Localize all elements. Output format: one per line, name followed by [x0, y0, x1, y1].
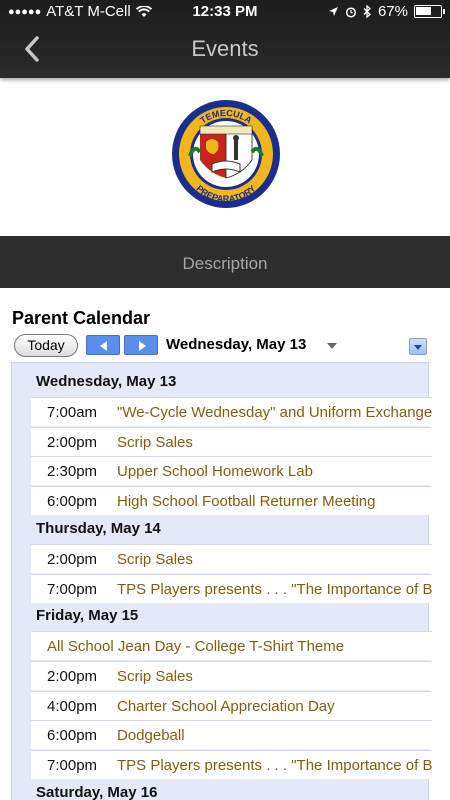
event-time: 7:00am: [47, 404, 98, 421]
event-time: 2:00pm: [47, 667, 98, 685]
arrow-right-icon: [139, 341, 146, 351]
date-dropdown-caret-icon[interactable]: [327, 343, 337, 349]
alarm-icon: [345, 6, 357, 18]
event-title[interactable]: Scrip Sales: [117, 551, 193, 568]
status-bar: ●●●●● AT&T M-Cell 12:33 PM 67%: [0, 0, 450, 24]
event-row[interactable]: 6:00pm Dodgeball: [31, 720, 432, 750]
event-row[interactable]: All School Jean Day - College T-Shirt Th…: [31, 631, 432, 661]
event-title[interactable]: Upper School Homework Lab: [117, 463, 313, 480]
event-title[interactable]: TPS Players presents . . . "The Importan…: [117, 581, 432, 598]
arrow-left-icon: [100, 341, 107, 351]
event-title[interactable]: Scrip Sales: [117, 434, 193, 451]
event-row[interactable]: 2:30pm Upper School Homework Lab: [31, 456, 432, 486]
page-title: Events: [191, 36, 259, 61]
day-header: Friday, May 15: [36, 607, 139, 625]
event-time: 7:00pm: [47, 580, 98, 598]
event-time: 6:00pm: [47, 727, 98, 745]
event-row[interactable]: 7:00am "We-Cycle Wednesday" and Uniform E…: [31, 397, 432, 426]
event-row[interactable]: 2:00pm Scrip Sales: [31, 660, 432, 690]
event-title[interactable]: Scrip Sales: [117, 668, 193, 685]
event-title[interactable]: Dodgeball: [117, 727, 185, 744]
battery-percent: 67%: [377, 3, 408, 20]
description-label: Description: [182, 254, 268, 273]
event-title[interactable]: All School Jean Day - College T-Shirt Th…: [47, 638, 344, 655]
today-button[interactable]: Today: [14, 334, 78, 357]
location-arrow-icon: [328, 7, 338, 16]
event-time: 4:00pm: [47, 697, 98, 715]
description-bar[interactable]: Description: [0, 236, 450, 288]
event-title[interactable]: "We-Cycle Wednesday" and Uniform Exchang…: [117, 404, 432, 421]
event-time: 2:00pm: [47, 550, 98, 568]
next-week-button[interactable]: [124, 335, 158, 355]
previous-week-button[interactable]: [86, 335, 120, 355]
event-title[interactable]: High School Football Returner Meeting: [117, 493, 375, 510]
event-row[interactable]: 6:00pm High School Football Returner Meet…: [31, 486, 432, 516]
day-header: Saturday, May 16: [36, 783, 158, 800]
event-time: 2:30pm: [47, 463, 98, 481]
agenda-list: Wednesday, May 13 7:00am "We-Cycle Wednesd…: [11, 362, 432, 800]
top-bar: ●●●●● AT&T M-Cell 12:33 PM 67% Events: [0, 0, 450, 78]
event-title[interactable]: TPS Players presents . . . "The Importan…: [117, 757, 432, 774]
event-time: 7:00pm: [47, 757, 98, 774]
event-row[interactable]: 4:00pm Charter School Appreciation Day: [31, 690, 432, 720]
event-row[interactable]: 7:00pm TPS Players presents . . . "The Im…: [31, 750, 432, 779]
event-row[interactable]: 7:00pm TPS Players presents . . . "The Im…: [31, 573, 432, 603]
school-logo: TEMECULA PREPARATORY: [170, 98, 282, 210]
day-header: Wednesday, May 13: [36, 373, 177, 390]
current-date-label[interactable]: Wednesday, May 13: [166, 336, 306, 353]
battery-icon: [414, 5, 445, 18]
bluetooth-icon: [363, 5, 371, 18]
event-row[interactable]: 2:00pm Scrip Sales: [31, 543, 432, 573]
event-title[interactable]: Charter School Appreciation Day: [117, 698, 335, 715]
battery-level: [416, 7, 432, 15]
event-time: 2:00pm: [47, 433, 98, 451]
event-row[interactable]: 2:00pm Scrip Sales: [31, 426, 432, 456]
calendar-options-button[interactable]: [409, 338, 427, 355]
day-header: Thursday, May 14: [36, 519, 161, 537]
event-time: 6:00pm: [47, 493, 98, 511]
calendar-title: Parent Calendar: [12, 308, 151, 328]
